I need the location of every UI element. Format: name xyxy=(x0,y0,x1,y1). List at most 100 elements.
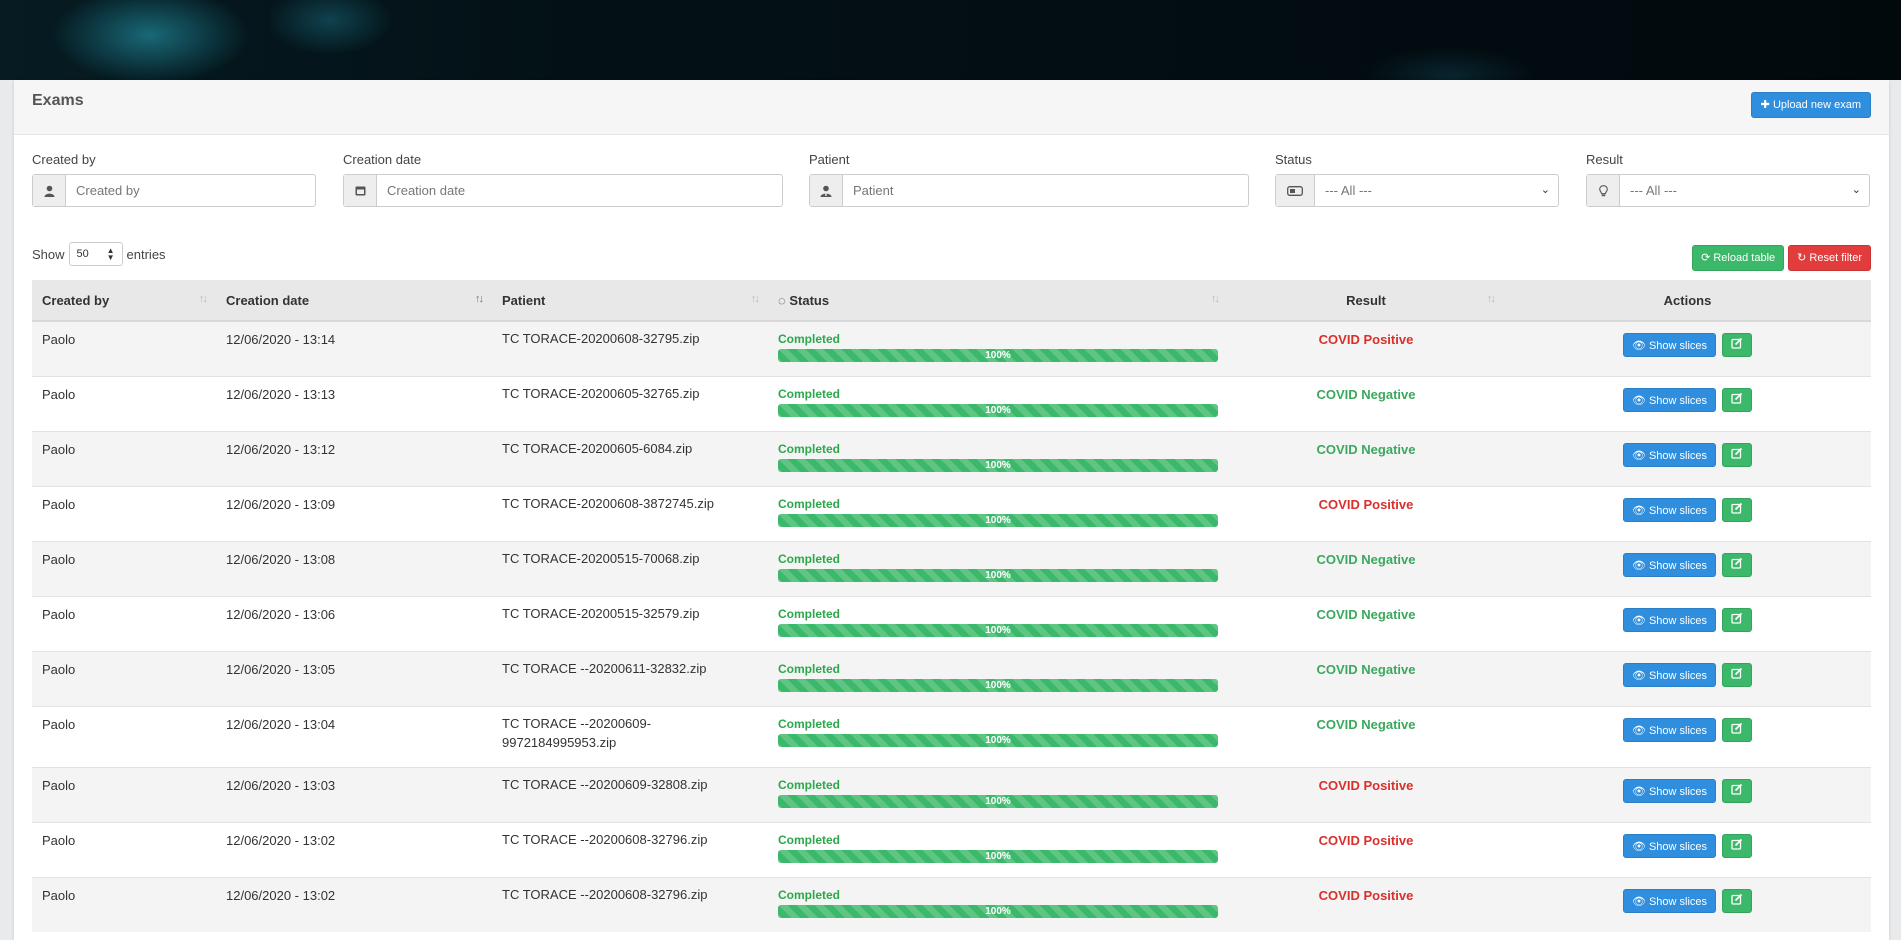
column-header-created-by[interactable]: Created by ↑↓ xyxy=(32,280,216,322)
edit-icon xyxy=(1731,612,1743,628)
filter-label: Creation date xyxy=(343,152,422,167)
result-cell: COVID Negative xyxy=(1228,595,1504,651)
filter-creation-date: Creation date Creation date xyxy=(343,152,783,207)
edit-button[interactable] xyxy=(1722,778,1753,803)
edit-button[interactable] xyxy=(1722,442,1753,467)
sort-icon: ↑↓ xyxy=(1487,293,1496,305)
result-select[interactable]: --- All --- ⌄ xyxy=(1586,174,1870,207)
status-select-value[interactable]: --- All --- ⌄ xyxy=(1315,175,1558,206)
edit-icon xyxy=(1731,392,1743,408)
table-row[interactable]: Paolo 12/06/2020 - 13:13 TC TORACE-20200… xyxy=(32,375,1871,431)
table-row[interactable]: Paolo 12/06/2020 - 13:04 TC TORACE --202… xyxy=(32,705,1871,767)
show-slices-label: Show slices xyxy=(1648,394,1708,407)
calendar-icon xyxy=(344,175,377,206)
eye-icon: 👁 xyxy=(1631,394,1646,407)
result-cell: COVID Negative xyxy=(1228,430,1504,486)
progress-fill: 100% xyxy=(778,403,1218,417)
status-cell: Completed 100% xyxy=(768,540,1228,596)
table-row[interactable]: Paolo 12/06/2020 - 13:02 TC TORACE --202… xyxy=(32,876,1871,932)
show-slices-button[interactable]: 👁 Show slices xyxy=(1622,442,1717,467)
edit-button[interactable] xyxy=(1722,497,1753,522)
sort-icon: ↑↓ xyxy=(1211,293,1220,305)
result-badge: COVID Negative xyxy=(1316,551,1416,567)
column-header-status[interactable]: ◌ Status ↑↓ xyxy=(768,280,1228,322)
progress-fill: 100% xyxy=(778,904,1218,918)
result-select-value[interactable]: --- All --- ⌄ xyxy=(1620,175,1869,206)
created-by-cell: Paolo xyxy=(32,876,216,932)
show-slices-button[interactable]: 👁 Show slices xyxy=(1622,607,1717,632)
edit-button[interactable] xyxy=(1722,387,1753,412)
creation-date-field[interactable]: Creation date xyxy=(377,175,782,206)
progress-fill: 100% xyxy=(778,623,1218,637)
show-slices-button[interactable]: 👁 Show slices xyxy=(1622,833,1717,858)
upload-exam-button[interactable]: ✚ Upload new exam xyxy=(1750,92,1871,118)
column-header-creation-date[interactable]: Creation date ↑↓ xyxy=(216,280,492,322)
panel-header: Exams ✚ Upload new exam xyxy=(14,80,1889,135)
table-row[interactable]: Paolo 12/06/2020 - 13:02 TC TORACE --202… xyxy=(32,821,1871,877)
created-by-cell: Paolo xyxy=(32,375,216,431)
result-cell: COVID Positive xyxy=(1228,876,1504,932)
show-slices-button[interactable]: 👁 Show slices xyxy=(1622,778,1717,803)
edit-button[interactable] xyxy=(1722,717,1753,742)
result-cell: COVID Negative xyxy=(1228,375,1504,431)
eye-icon: 👁 xyxy=(1631,895,1646,908)
edit-button[interactable] xyxy=(1722,333,1753,357)
edit-button[interactable] xyxy=(1722,552,1753,577)
progress-fill: 100% xyxy=(778,568,1218,582)
table-row[interactable]: Paolo 12/06/2020 - 13:06 TC TORACE-20200… xyxy=(32,595,1871,651)
edit-button[interactable] xyxy=(1722,662,1753,687)
show-slices-button[interactable]: 👁 Show slices xyxy=(1622,662,1717,687)
column-header-patient[interactable]: Patient ↑↓ xyxy=(492,280,768,322)
column-header-label: Patient xyxy=(502,292,546,308)
created-by-input[interactable]: Created by xyxy=(32,174,316,207)
eye-icon: 👁 xyxy=(1631,724,1646,737)
entries-select[interactable]: 50 ▲ ▼ xyxy=(68,242,123,266)
column-header-label: Status xyxy=(789,292,830,308)
status-cell: Completed 100% xyxy=(768,650,1228,706)
show-slices-button[interactable]: 👁 Show slices xyxy=(1622,888,1717,913)
filters-bar: Created by Created by Creation date Crea… xyxy=(14,152,1889,222)
filter-status: Status --- All --- ⌄ xyxy=(1275,152,1559,207)
chevron-down-icon: ⌄ xyxy=(1540,184,1550,196)
table-row[interactable]: Paolo 12/06/2020 - 13:05 TC TORACE --202… xyxy=(32,650,1871,706)
status-cell: Completed 100% xyxy=(768,876,1228,932)
status-cell: Completed 100% xyxy=(768,595,1228,651)
show-slices-button[interactable]: 👁 Show slices xyxy=(1622,552,1717,577)
show-slices-button[interactable]: 👁 Show slices xyxy=(1622,717,1717,742)
actions-cell: 👁 Show slices xyxy=(1504,375,1871,431)
status-cell: Completed 100% xyxy=(768,485,1228,541)
edit-button[interactable] xyxy=(1722,607,1753,632)
actions-cell: 👁 Show slices xyxy=(1504,650,1871,706)
patient-field[interactable]: Patient xyxy=(843,175,1248,206)
result-badge: COVID Positive xyxy=(1318,496,1414,512)
edit-button[interactable] xyxy=(1722,833,1753,858)
edit-button[interactable] xyxy=(1722,888,1753,913)
progress-fill: 100% xyxy=(778,678,1218,692)
created-by-cell: Paolo xyxy=(32,595,216,651)
eye-icon: 👁 xyxy=(1631,785,1646,798)
entries-value: 50 xyxy=(76,248,89,260)
reload-table-button[interactable]: ⟳ Reload table xyxy=(1692,245,1785,271)
show-slices-button[interactable]: 👁 Show slices xyxy=(1622,497,1717,522)
table-row[interactable]: Paolo 12/06/2020 - 13:12 TC TORACE-20200… xyxy=(32,430,1871,486)
created-by-field[interactable]: Created by xyxy=(66,175,315,206)
show-slices-button[interactable]: 👁 Show slices xyxy=(1622,333,1717,357)
status-text: Completed xyxy=(778,496,841,511)
creation-date-input[interactable]: Creation date xyxy=(343,174,783,207)
result-badge: COVID Negative xyxy=(1316,716,1416,732)
table-row[interactable]: Paolo 12/06/2020 - 13:08 TC TORACE-20200… xyxy=(32,540,1871,596)
result-badge: COVID Positive xyxy=(1318,887,1414,903)
created-by-cell: Paolo xyxy=(32,705,216,767)
reset-filter-button[interactable]: ↻ Reset filter xyxy=(1788,245,1871,271)
table-row[interactable]: Paolo 12/06/2020 - 13:14 TC TORACE-20200… xyxy=(32,320,1871,376)
patient-input[interactable]: Patient xyxy=(809,174,1249,207)
progress-fill: 100% xyxy=(778,458,1218,472)
status-select[interactable]: --- All --- ⌄ xyxy=(1275,174,1559,207)
column-header-result[interactable]: Result ↑↓ xyxy=(1228,280,1504,322)
creation-date-cell: 12/06/2020 - 13:09 xyxy=(216,485,492,541)
table-row[interactable]: Paolo 12/06/2020 - 13:09 TC TORACE-20200… xyxy=(32,485,1871,541)
show-slices-button[interactable]: 👁 Show slices xyxy=(1622,387,1717,412)
table-row[interactable]: Paolo 12/06/2020 - 13:03 TC TORACE --202… xyxy=(32,766,1871,822)
result-badge: COVID Negative xyxy=(1316,606,1416,622)
actions-cell: 👁 Show slices xyxy=(1504,430,1871,486)
